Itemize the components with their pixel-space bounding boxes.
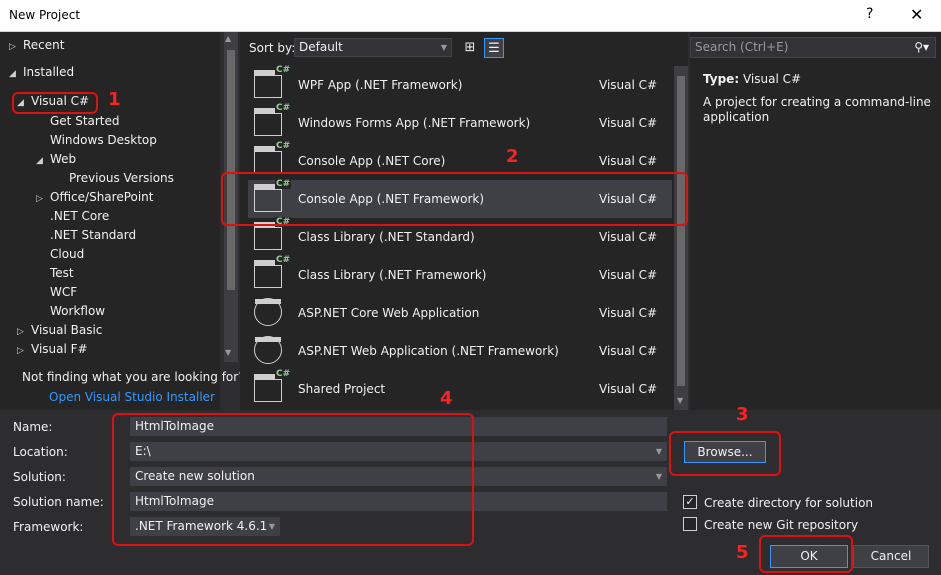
tree-item-installed[interactable]: ◢ Installed: [9, 63, 74, 82]
tree-item-test[interactable]: Test: [50, 264, 74, 283]
annotation-number-5: 5: [736, 542, 749, 563]
annotation-box-1: [12, 92, 98, 114]
chevron-down-icon[interactable]: ▼: [656, 443, 662, 460]
template-item[interactable]: C# Shared Project Visual C#: [248, 369, 672, 408]
tree-item-windows-desktop[interactable]: Windows Desktop: [50, 131, 157, 150]
sort-by-label: Sort by:: [249, 41, 296, 55]
sort-by-dropdown[interactable]: Default ▼: [294, 38, 452, 57]
annotation-number-4: 4: [440, 388, 453, 409]
expand-arrow-icon[interactable]: ▷: [36, 190, 50, 209]
help-icon[interactable]: ?: [866, 6, 873, 22]
tree-item-previous-versions[interactable]: Previous Versions: [69, 169, 174, 188]
template-item[interactable]: C# Class Library (.NET Framework) Visual…: [248, 255, 672, 294]
annotation-box-3: [669, 431, 781, 476]
list-view-icon[interactable]: ☰: [484, 38, 504, 58]
scroll-down-icon[interactable]: ▼: [225, 348, 231, 357]
tree-item-visual-basic[interactable]: ▷ Visual Basic: [17, 321, 102, 340]
expand-arrow-icon[interactable]: ▷: [9, 38, 23, 57]
scrollbar-thumb[interactable]: [677, 76, 685, 386]
search-input[interactable]: Search (Ctrl+E) ⚲▾: [690, 37, 936, 58]
template-item[interactable]: C# Windows Forms App (.NET Framework) Vi…: [248, 103, 672, 142]
shared-project-icon: C#: [254, 369, 292, 402]
type-info: Type: Visual C#: [703, 72, 802, 86]
template-scrollbar[interactable]: ▼: [674, 66, 688, 410]
details-panel: [690, 32, 941, 410]
cancel-button[interactable]: Cancel: [853, 545, 929, 568]
window-title: New Project: [9, 8, 81, 22]
chevron-down-icon[interactable]: ▼: [656, 468, 662, 485]
installer-link[interactable]: Open Visual Studio Installer: [49, 390, 215, 404]
create-git-checkbox[interactable]: [683, 517, 697, 531]
scroll-up-icon[interactable]: ▲: [225, 34, 231, 43]
class-library-icon: C#: [254, 255, 292, 288]
tree-item-web[interactable]: ◢ Web: [36, 150, 76, 169]
tree-item-cloud[interactable]: Cloud: [50, 245, 84, 264]
tree-item-get-started[interactable]: Get Started: [50, 112, 120, 131]
solution-label: Solution:: [13, 470, 66, 484]
globe-icon: [254, 336, 282, 364]
class-library-icon: C#: [254, 217, 292, 250]
expand-arrow-icon[interactable]: ▷: [17, 342, 31, 361]
name-label: Name:: [13, 420, 53, 434]
wpf-app-icon: C#: [254, 65, 292, 98]
annotation-number-2: 2: [506, 146, 519, 167]
tree-item-wcf[interactable]: WCF: [50, 283, 77, 302]
solution-name-label: Solution name:: [13, 495, 104, 509]
scrollbar-thumb[interactable]: [227, 50, 235, 290]
scroll-down-icon[interactable]: ▼: [677, 396, 683, 405]
console-core-icon: C#: [254, 141, 292, 174]
create-directory-label: Create directory for solution: [704, 496, 874, 510]
globe-icon: [254, 298, 282, 326]
annotation-number-1: 1: [108, 89, 121, 110]
tree-item-recent[interactable]: ▷ Recent: [9, 36, 64, 55]
tree-item-workflow[interactable]: Workflow: [50, 302, 105, 321]
annotation-box-2: [221, 172, 688, 226]
annotation-box-5: [759, 535, 853, 573]
chevron-down-icon: ▼: [440, 43, 447, 52]
template-item[interactable]: ASP.NET Core Web Application Visual C#: [248, 294, 672, 332]
create-git-label: Create new Git repository: [704, 518, 859, 532]
collapse-arrow-icon[interactable]: ◢: [36, 152, 50, 171]
not-finding-text: Not finding what you are looking for?: [22, 370, 245, 384]
title-bar: New Project ? ✕: [0, 0, 941, 32]
tree-item-net-standard[interactable]: .NET Standard: [50, 226, 136, 245]
annotation-number-3: 3: [736, 404, 749, 425]
sort-bar: Sort by: Default ▼ ⊞ ☰: [240, 36, 688, 60]
tree-item-net-core[interactable]: .NET Core: [50, 207, 109, 226]
location-label: Location:: [13, 445, 68, 459]
tree-item-office-sharepoint[interactable]: ▷ Office/SharePoint: [36, 188, 154, 207]
template-item[interactable]: C# WPF App (.NET Framework) Visual C#: [248, 65, 672, 104]
tree-item-visual-fsharp[interactable]: ▷ Visual F#: [17, 340, 88, 359]
create-directory-checkbox[interactable]: ✓: [683, 495, 697, 509]
windows-forms-icon: C#: [254, 103, 292, 136]
annotation-box-4: [112, 413, 474, 546]
grid-view-icon[interactable]: ⊞: [460, 38, 480, 58]
template-description: A project for creating a command-line ap…: [703, 95, 931, 124]
framework-label: Framework:: [13, 520, 84, 534]
close-icon[interactable]: ✕: [910, 5, 923, 24]
collapse-arrow-icon[interactable]: ◢: [9, 65, 23, 84]
search-icon[interactable]: ⚲▾: [914, 38, 929, 57]
template-item[interactable]: ASP.NET Web Application (.NET Framework)…: [248, 332, 672, 370]
